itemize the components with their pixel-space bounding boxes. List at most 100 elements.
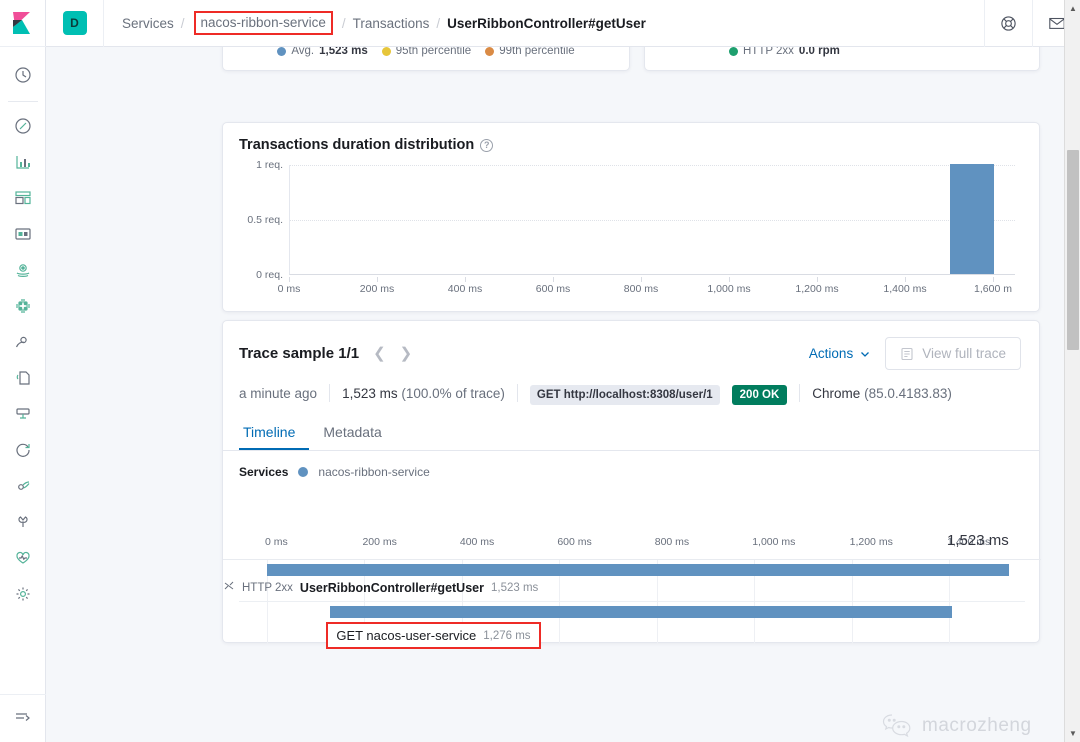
trace-tabs: Timeline Metadata	[223, 416, 1039, 451]
wechat-icon	[882, 714, 911, 738]
watermark: macrozheng	[882, 713, 1032, 739]
timeline-tick-label: 200 ms	[362, 536, 397, 548]
x-axis-tick-mark	[729, 277, 730, 282]
x-axis-tick-label: 800 ms	[623, 283, 659, 295]
trace-browser-cell: Chrome (85.0.4183.83)	[800, 386, 964, 401]
chevron-left-icon[interactable]: ❮	[373, 346, 386, 361]
sidebar-item-dev-tools[interactable]	[0, 504, 46, 540]
breadcrumb: Services / nacos-ribbon-service / Transa…	[104, 11, 646, 35]
sidebar-item-infrastructure[interactable]	[0, 324, 46, 360]
x-axis-tick-label: 1,200 ms	[795, 283, 839, 295]
chevron-right-icon[interactable]: ❯	[400, 346, 413, 361]
breadcrumb-services[interactable]: Services	[122, 16, 174, 31]
service-name: nacos-ribbon-service	[318, 465, 430, 479]
distribution-bar[interactable]	[950, 164, 994, 274]
legend-value: 1,523 ms	[319, 47, 368, 57]
sidebar-item-logs[interactable]	[0, 360, 46, 396]
waterfall-chart: HTTP 2xx UserRibbonController#getUser 1,52…	[223, 560, 1041, 649]
waterfall-span-bar[interactable]	[267, 564, 1009, 576]
timeline-tick-label: 0 ms	[265, 536, 288, 548]
latency-legend: Avg. 1,523 ms 95th percentile 99th perce…	[223, 47, 629, 57]
waterfall-span-bar[interactable]	[330, 606, 952, 618]
question-mark-icon[interactable]: ?	[480, 138, 494, 152]
breadcrumb-transactions[interactable]: Transactions	[353, 16, 430, 31]
sidebar-item-discover[interactable]	[0, 108, 46, 144]
sidebar-item-dashboard[interactable]	[0, 180, 46, 216]
breadcrumb-service-name[interactable]: nacos-ribbon-service	[193, 11, 333, 35]
top-header-bar: D Services / nacos-ribbon-service / Tran…	[46, 0, 1080, 47]
legend-item[interactable]: HTTP 2xx 0.0 rpm	[729, 47, 840, 57]
breadcrumb-separator: /	[180, 15, 185, 31]
sidebar-item-management[interactable]	[0, 576, 46, 612]
sidebar-item-maps[interactable]	[0, 252, 46, 288]
legend-value: 0.0 rpm	[798, 47, 840, 57]
legend-item[interactable]: Avg. 1,523 ms	[277, 47, 368, 57]
span-duration: 1,276 ms	[483, 629, 531, 642]
sidebar-item-machine-learning[interactable]	[0, 288, 46, 324]
trace-status-cell: 200 OK	[731, 384, 800, 405]
space-avatar-wrapper[interactable]: D	[46, 0, 104, 47]
sidebar-item-visualize[interactable]	[0, 144, 46, 180]
legend-color-dot	[485, 47, 495, 56]
x-axis-tick-label: 1,400 ms	[883, 283, 927, 295]
sidebar-item-recently-viewed[interactable]	[0, 57, 46, 93]
legend-item[interactable]: 95th percentile	[381, 47, 471, 57]
legend-item[interactable]: 99th percentile	[485, 47, 575, 57]
scroll-up-arrow-icon[interactable]: ▲	[1065, 0, 1080, 17]
browser-version: (85.0.4183.83)	[864, 385, 952, 401]
tab-metadata[interactable]: Metadata	[309, 416, 395, 450]
page-scrollbar[interactable]: ▲ ▼	[1064, 0, 1080, 742]
timeline-axis: 0 ms 200 ms 400 ms 600 ms 800 ms 1,000 ms 1,20…	[239, 532, 1025, 558]
trace-meta-row: a minute ago 1,523 ms (100.0% of trace) …	[223, 370, 1039, 405]
breadcrumb-separator: /	[341, 15, 346, 31]
waterfall-span-row[interactable]: HTTP 2xx UserRibbonController#getUser 1,52…	[223, 560, 1041, 602]
avatar[interactable]: D	[62, 11, 87, 35]
timeline-tick-label: 800 ms	[654, 536, 690, 548]
scrollbar-thumb[interactable]	[1067, 150, 1079, 350]
x-axis-tick-mark	[641, 277, 642, 282]
tab-timeline[interactable]: Timeline	[239, 416, 309, 450]
x-axis-tick-label: 400 ms	[447, 283, 483, 295]
y-axis-tick-label: 0.5 req.	[247, 214, 283, 226]
actions-button[interactable]: Actions	[809, 346, 871, 361]
gridline	[290, 165, 1015, 166]
scroll-down-arrow-icon[interactable]: ▼	[1065, 725, 1080, 742]
distribution-y-axis: 0 req. 0.5 req. 1 req.	[223, 159, 289, 281]
main-content-area: Avg. 1,523 ms 95th percentile 99th perce…	[46, 47, 1064, 742]
status-badge: 200 OK	[731, 384, 788, 405]
transaction-icon	[223, 580, 235, 595]
kibana-logo-icon[interactable]	[0, 0, 46, 47]
services-legend-row: Services nacos-ribbon-service	[223, 451, 1039, 479]
sidebar-item-apm[interactable]	[0, 396, 46, 432]
watermark-text: macrozheng	[922, 715, 1032, 736]
span-name: UserRibbonController#getUser	[299, 580, 484, 595]
sidebar-item-siem[interactable]	[0, 468, 46, 504]
span-type: HTTP 2xx	[242, 581, 293, 594]
waterfall-span-row[interactable]: GET nacos-user-service 1,276 ms	[223, 602, 1041, 649]
clipped-charts-row: Avg. 1,523 ms 95th percentile 99th perce…	[222, 47, 1040, 71]
sidebar-item-uptime[interactable]	[0, 432, 46, 468]
actions-label: Actions	[808, 346, 854, 361]
collapse-nav-icon[interactable]	[0, 694, 46, 738]
distribution-plot-area[interactable]	[289, 164, 1015, 275]
sidebar-item-canvas[interactable]	[0, 216, 46, 252]
breadcrumb-separator: /	[436, 15, 441, 31]
service-color-dot	[298, 467, 309, 477]
trace-duration-percent: (100.0% of trace)	[401, 385, 505, 401]
waterfall-span-label: HTTP 2xx UserRibbonController#getUser 1,52…	[223, 580, 538, 595]
request-url-badge[interactable]: GET http://localhost:8308/user/1	[529, 384, 720, 405]
x-axis-tick-mark	[993, 277, 994, 282]
trace-duration: 1,523 ms	[342, 385, 398, 401]
chevron-down-icon	[861, 351, 870, 357]
trace-sample-pager: ❮ ❯	[373, 346, 412, 361]
view-full-trace-button[interactable]: View full trace	[885, 337, 1021, 370]
legend-label: 99th percentile	[499, 47, 575, 57]
breadcrumb-current-transaction: UserRibbonController#getUser	[447, 15, 646, 31]
apm-transaction-details-page: D Services / nacos-ribbon-service / Tran…	[0, 0, 1080, 742]
browser-name: Chrome	[812, 385, 861, 401]
sidebar-item-monitoring[interactable]	[0, 540, 46, 576]
nav-divider	[7, 101, 38, 102]
trace-sample-title: Trace sample 1/1	[239, 345, 360, 362]
lifesaver-help-icon[interactable]	[984, 0, 1032, 47]
trace-header-actions: Actions View full trace	[809, 337, 1021, 370]
